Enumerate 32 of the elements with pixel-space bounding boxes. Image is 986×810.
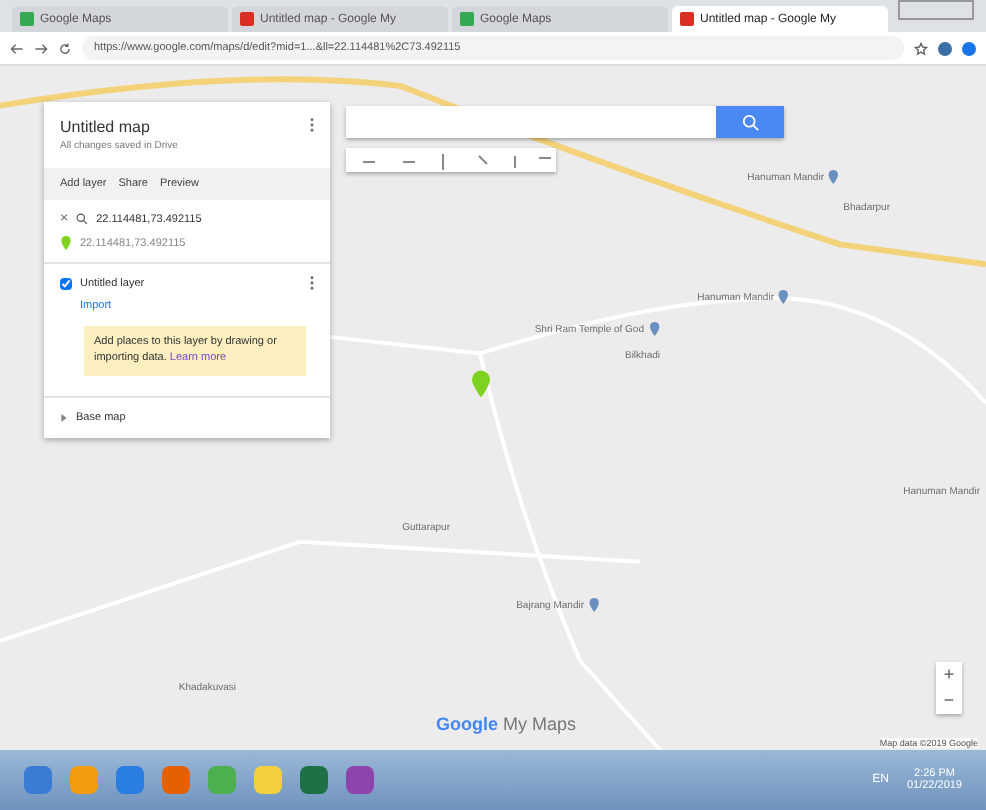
map-pin-icon xyxy=(60,236,72,250)
place-pin-icon[interactable] xyxy=(828,170,840,184)
place-pin-icon[interactable] xyxy=(588,598,600,612)
place-pin-icon[interactable] xyxy=(778,290,790,304)
layer-checkbox[interactable] xyxy=(60,277,72,289)
star-icon[interactable] xyxy=(914,41,928,55)
reload-icon[interactable] xyxy=(58,41,72,55)
search-icon xyxy=(76,212,89,226)
favicon-icon xyxy=(20,12,34,26)
taskbar-app-icon[interactable] xyxy=(300,766,328,794)
window-controls-icon[interactable] xyxy=(898,0,974,20)
favicon-icon xyxy=(680,12,694,26)
taskbar-app-icon[interactable] xyxy=(162,766,190,794)
back-arrow-icon[interactable] xyxy=(10,41,24,55)
favicon-icon xyxy=(460,12,474,26)
zoom-in-button[interactable]: + xyxy=(936,662,962,688)
map-toolbar[interactable] xyxy=(346,148,556,172)
place-pin-icon[interactable] xyxy=(648,322,660,336)
taskbar-app-icon[interactable] xyxy=(346,766,374,794)
taskbar-app-icon[interactable] xyxy=(24,766,52,794)
search-field[interactable] xyxy=(346,106,716,138)
expand-arrow-icon[interactable] xyxy=(60,414,68,423)
search-button[interactable] xyxy=(716,106,784,138)
taskbar-app-icon[interactable] xyxy=(254,766,282,794)
zoom-out-button[interactable]: − xyxy=(936,688,962,714)
forward-arrow-icon[interactable] xyxy=(34,41,48,55)
map-logo: Google My Maps xyxy=(436,714,577,734)
map-marker-icon[interactable] xyxy=(472,370,490,398)
favicon-icon xyxy=(240,12,254,26)
map-title[interactable]: Untitled map xyxy=(60,118,150,136)
taskbar-app-icon[interactable] xyxy=(116,766,144,794)
search-icon xyxy=(741,113,759,131)
